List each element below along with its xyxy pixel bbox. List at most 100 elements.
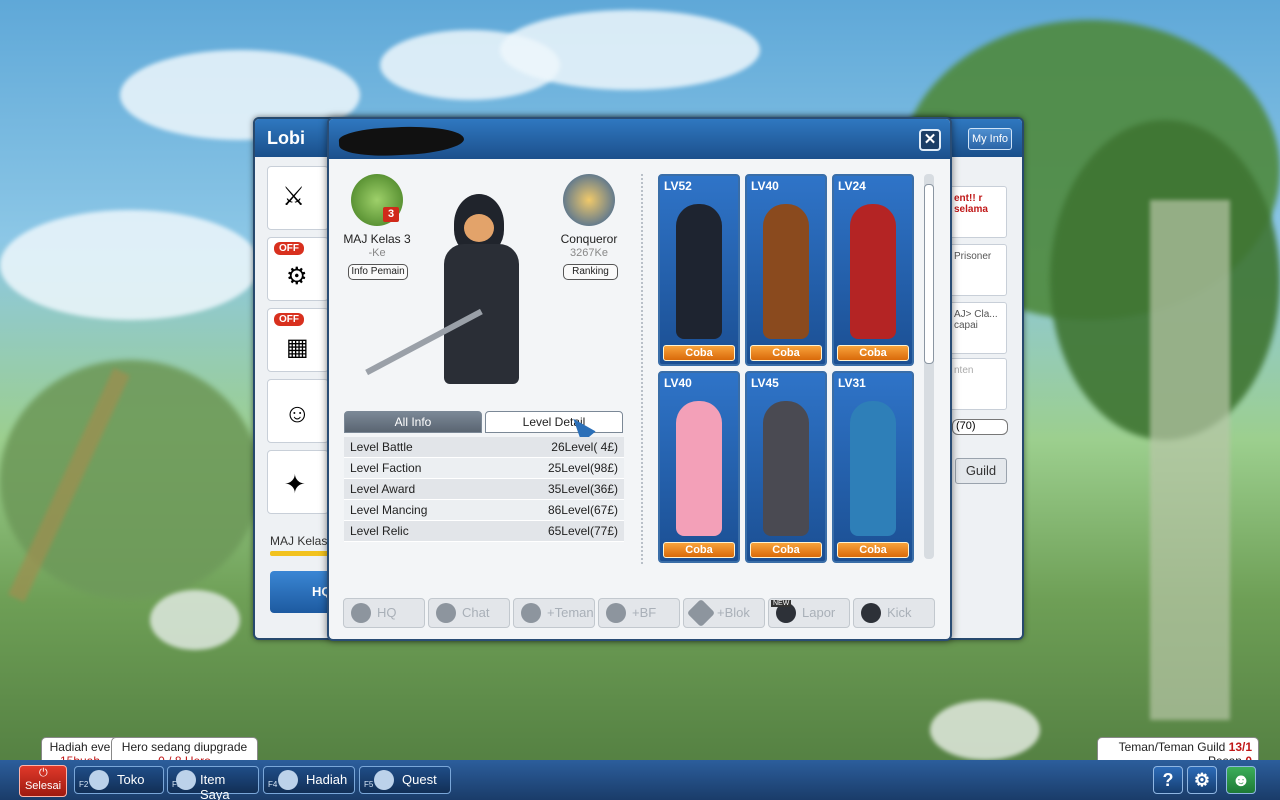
level-detail-table: Level Battle 26Level( 4£) Level Faction … <box>344 437 624 542</box>
fkey-label: F5 <box>364 780 374 789</box>
kick-icon <box>861 603 881 623</box>
chat-action-button[interactable]: Chat <box>428 598 510 628</box>
hero-level: LV52 <box>664 179 692 193</box>
scroll-thumb[interactable] <box>924 184 934 364</box>
player-info-title-bar: ✕ <box>329 119 950 159</box>
hq-icon <box>351 603 371 623</box>
level-name: Level Relic <box>350 524 409 538</box>
my-info-button[interactable]: My Info <box>968 128 1012 150</box>
action-label: +Blok <box>717 605 750 620</box>
hq-action-button[interactable]: HQ <box>343 598 425 628</box>
best-friend-icon <box>606 603 626 623</box>
help-button[interactable]: ? <box>1153 766 1183 794</box>
add-friend-button[interactable]: +Teman <box>513 598 595 628</box>
power-icon: ⏻ <box>39 767 48 779</box>
add-bf-button[interactable]: +BF <box>598 598 680 628</box>
quit-button[interactable]: ⏻ Selesai <box>19 765 67 797</box>
hero-try-button[interactable]: Coba <box>837 542 909 558</box>
lobby-menu-ladder[interactable]: OFF ▦ <box>267 308 329 372</box>
faction-icon: ⚙ <box>286 263 308 290</box>
class-rank-icon: 3 <box>351 174 403 226</box>
hero-figure <box>763 204 809 339</box>
player-info-window: ✕ 3 MAJ Kelas 3 -Ke Info Pemain Conquero… <box>327 117 952 641</box>
quit-label: Selesai <box>24 780 62 792</box>
tooltip-title: Hero sedang diupgrade <box>121 740 248 754</box>
fkey-label: F2 <box>79 780 89 789</box>
prisoner-card[interactable]: Prisoner <box>949 244 1007 296</box>
quest-button[interactable]: F5 Quest <box>359 766 451 794</box>
class-card[interactable]: AJ> Cla... capai <box>949 302 1007 354</box>
maj-progress-bar <box>270 551 330 556</box>
conqueror-rank-icon <box>563 174 615 226</box>
hero-try-button[interactable]: Coba <box>837 345 909 361</box>
conqueror-rank-title: Conqueror <box>560 232 618 246</box>
block-icon <box>686 598 716 628</box>
class-rank-title: MAJ Kelas 3 <box>343 232 411 246</box>
action-label: +Teman <box>547 605 594 620</box>
settings-button[interactable]: ⚙ <box>1187 766 1217 794</box>
lobby-menu-battle[interactable]: ⚔ <box>267 166 329 230</box>
hero-card[interactable]: LV40 Coba <box>745 174 827 366</box>
hero-card[interactable]: LV45 Coba <box>745 371 827 563</box>
action-label: Kick <box>887 605 912 620</box>
hero-try-button[interactable]: Coba <box>663 345 735 361</box>
items-icon <box>176 770 196 790</box>
level-value: 26Level( 4£) <box>551 440 618 454</box>
guild-button[interactable]: Guild <box>955 458 1007 484</box>
close-button[interactable]: ✕ <box>919 129 941 151</box>
level-row: Level Battle 26Level( 4£) <box>344 437 624 458</box>
level-value: 65Level(77£) <box>547 524 618 538</box>
hero-card[interactable]: LV40 Coba <box>658 371 740 563</box>
event-card[interactable]: ent!! r selama <box>949 186 1007 238</box>
kick-button[interactable]: Kick <box>853 598 935 628</box>
rewards-label: Hadiah <box>306 772 348 787</box>
class-level-badge: 3 <box>383 207 399 222</box>
info-pemain-button[interactable]: Info Pemain <box>348 264 408 280</box>
player-avatar <box>365 189 559 404</box>
lobby-menu-item-5[interactable]: ✦ <box>267 450 329 514</box>
friends-label: Teman/Teman Guild <box>1118 740 1226 754</box>
level-value: 35Level(36£) <box>547 482 618 496</box>
friends-button[interactable]: ☻ <box>1226 766 1256 794</box>
hero-try-button[interactable]: Coba <box>663 542 735 558</box>
lobby-menu-item-4[interactable]: ☺ <box>267 379 329 443</box>
hero-level: LV40 <box>664 376 692 390</box>
my-items-label: Item Saya <box>200 772 230 800</box>
level-row: Level Faction 25Level(98£) <box>344 458 624 479</box>
report-button[interactable]: NEW Lapor <box>768 598 850 628</box>
level-value: 86Level(67£) <box>547 503 618 517</box>
gear-icon: ⚙ <box>1193 770 1211 790</box>
lobby-menu-faction[interactable]: OFF ⚙ <box>267 237 329 301</box>
taskbar: ⏻ Selesai F2 Toko F3 Item Saya F4 Hadiah… <box>0 760 1280 800</box>
maj-label: MAJ Kelas <box>270 534 328 548</box>
hero-level: LV40 <box>751 179 779 193</box>
gift-icon <box>278 770 298 790</box>
hero-card[interactable]: LV24 Coba <box>832 174 914 366</box>
battle-icon: ⚔ <box>282 181 306 211</box>
fkey-label: F4 <box>268 780 278 789</box>
rewards-button[interactable]: F4 Hadiah <box>263 766 355 794</box>
level-name: Level Battle <box>350 440 413 454</box>
hero-figure <box>850 401 896 536</box>
tab-level-detail[interactable]: Level Detail <box>485 411 623 433</box>
hero-card[interactable]: LV31 Coba <box>832 371 914 563</box>
off-badge: OFF <box>274 313 304 326</box>
shop-button[interactable]: F2 Toko <box>74 766 164 794</box>
tab-all-info[interactable]: All Info <box>344 411 482 433</box>
block-button[interactable]: +Blok <box>683 598 765 628</box>
ranking-button[interactable]: Ranking <box>563 264 618 280</box>
action-label: +BF <box>632 605 657 620</box>
level-row: Level Relic 65Level(77£) <box>344 521 624 542</box>
hero-try-button[interactable]: Coba <box>750 345 822 361</box>
conqueror-rank-sub: 3267Ke <box>570 247 608 259</box>
player-action-bar: HQ Chat +Teman +BF +Blok NEW Lapor Kick <box>343 596 938 630</box>
ladder-icon: ▦ <box>286 334 309 361</box>
count-field: (70) <box>952 419 1008 435</box>
action-label: Chat <box>462 605 490 620</box>
add-friend-icon <box>521 603 541 623</box>
notice-card[interactable]: nten <box>949 358 1007 410</box>
hero-scrollbar[interactable] <box>924 174 934 559</box>
hero-card[interactable]: LV52 Coba <box>658 174 740 366</box>
my-items-button[interactable]: F3 Item Saya <box>167 766 259 800</box>
hero-try-button[interactable]: Coba <box>750 542 822 558</box>
